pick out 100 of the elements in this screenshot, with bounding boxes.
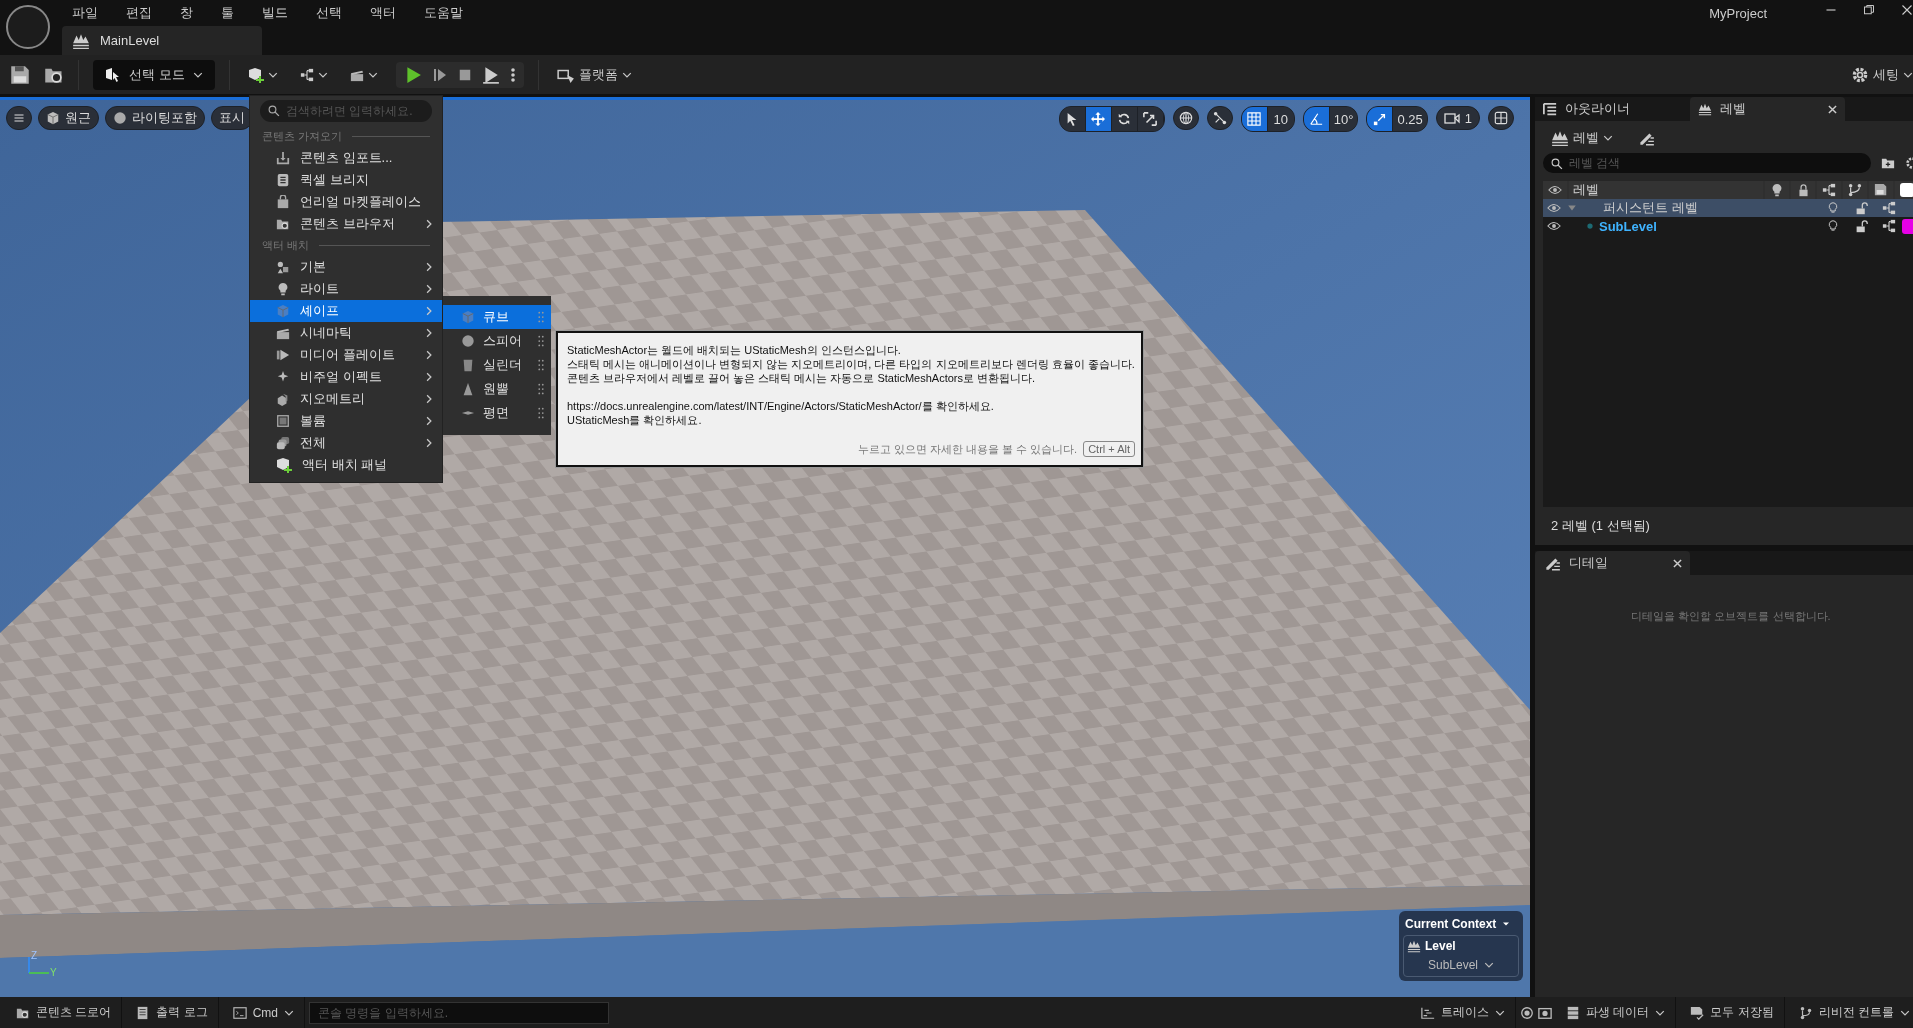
axis-gizmo: Z Y: [24, 951, 58, 977]
menu-item[interactable]: 도움말: [412, 4, 479, 22]
menu-icon: [13, 112, 25, 124]
menu-item[interactable]: 콘텐츠 브라우저: [250, 213, 442, 235]
scale-icon: [1143, 112, 1158, 126]
menu-item[interactable]: 액터: [358, 4, 412, 22]
tab-label: MainLevel: [100, 33, 160, 48]
menu-item[interactable]: 편집: [114, 4, 168, 22]
menu-item[interactable]: 큐브: [443, 305, 551, 329]
view-option-button[interactable]: 라이팅포함: [105, 106, 205, 130]
snap-icon: [1212, 111, 1227, 125]
import-icon: [276, 151, 290, 165]
close-icon: [1901, 4, 1913, 16]
menu-item[interactable]: 평면: [443, 401, 551, 425]
panel-tab[interactable]: 아웃라이너: [1535, 97, 1690, 121]
blocks-icon: [276, 392, 290, 406]
database-icon: [1565, 1005, 1580, 1020]
level-icon: [1407, 939, 1421, 953]
panel-tab[interactable]: 레벨: [1690, 97, 1845, 121]
menu-item[interactable]: 시네마틱: [250, 322, 442, 344]
transform-tool-button[interactable]: [1085, 107, 1112, 131]
bulb-icon: [276, 282, 290, 296]
record-icon: [1519, 1005, 1534, 1020]
light-bulb-icon: [1827, 220, 1839, 232]
terminal-icon: [232, 1005, 247, 1020]
status-button[interactable]: 파생 데이터: [1555, 997, 1677, 1028]
menu-item[interactable]: 셰이프: [250, 300, 442, 322]
settings-button[interactable]: 세팅: [1847, 61, 1913, 88]
logo-icon[interactable]: [6, 5, 50, 49]
tooltip-text: StaticMeshActor는 월드에 배치되는 UStaticMesh의 인스턴스입니다. 스태틱 메시는 애니메이션이나 변형되지 않는 지오메트리이며, 다른 타입의 지오메트리보다 렌더링 효율이 좋습니다. 콘텐츠 브라우저에서 레벨로 끌어 놓은 스태틱 메시는 자동으로 StaticMeshActors로 변환됩니다.: [567, 343, 1135, 385]
branch-icon: [1848, 183, 1862, 197]
shapes-icon: [276, 260, 290, 274]
eye-icon: [1547, 201, 1561, 215]
padlock-icon: [1796, 183, 1810, 197]
cylinder-icon: [461, 358, 475, 372]
status-button[interactable]: 콘텐츠 드로어: [6, 997, 123, 1028]
menu-item[interactable]: 파일: [60, 4, 114, 22]
menu-item[interactable]: 빌드: [250, 4, 304, 22]
menu-item[interactable]: 볼륨: [250, 410, 442, 432]
save-all-icon: [1874, 183, 1888, 197]
status-button[interactable]: 리비전 컨트롤: [1788, 997, 1913, 1028]
shortcut-key: Ctrl + Alt: [1083, 441, 1135, 457]
menu-item[interactable]: 원뿔: [443, 377, 551, 401]
menu-item[interactable]: 퀵셀 브리지: [250, 169, 442, 191]
new-folder-icon: [1881, 156, 1895, 170]
level-row[interactable]: SubLevel: [1543, 217, 1913, 235]
level-dropdown[interactable]: SubLevel: [1421, 957, 1500, 973]
status-button[interactable]: 출력 로그: [126, 997, 219, 1028]
cone-icon: [461, 382, 475, 396]
level-name: SubLevel: [1599, 218, 1657, 234]
trace-icon: [1420, 1005, 1435, 1020]
column-header[interactable]: 레벨: [1573, 181, 1599, 199]
level-row[interactable]: 퍼시스턴트 레벨: [1543, 199, 1913, 217]
menu-item[interactable]: 툴: [209, 4, 250, 22]
cube-icon: [461, 310, 475, 324]
box-icon: [276, 414, 290, 428]
console-field[interactable]: 콘솔 명령을 입력하세요.: [309, 1001, 610, 1024]
menu-item[interactable]: 선택: [304, 4, 358, 22]
folder-search-icon: [276, 217, 290, 231]
menu-item[interactable]: 비주얼 이펙트: [250, 366, 442, 388]
menu-item[interactable]: 스피어: [443, 329, 551, 353]
snap-toggle[interactable]: [1303, 107, 1330, 131]
transform-tool-button[interactable]: [1059, 107, 1086, 131]
menu-item[interactable]: 창: [168, 4, 209, 22]
bridge-icon: [276, 173, 290, 187]
menu-item[interactable]: 지오메트리: [250, 388, 442, 410]
eye-icon: [1547, 219, 1561, 233]
view-option-button[interactable]: 원근: [38, 106, 99, 130]
platform-dropdown[interactable]: 플랫폼: [552, 61, 636, 88]
search-field[interactable]: 검색하려면 입력하세요.: [260, 100, 432, 122]
status-button[interactable]: 모두 저장됨: [1680, 997, 1785, 1028]
menu-item[interactable]: 기본: [250, 256, 442, 278]
sphere-icon: [113, 111, 127, 125]
cube-icon: [276, 304, 290, 318]
menu-item[interactable]: 콘텐츠 임포트...: [250, 147, 442, 169]
drag-handle-icon: [537, 406, 545, 420]
status-button[interactable]: 트레이스: [1410, 997, 1516, 1028]
close-icon[interactable]: [1673, 558, 1682, 568]
snap-toggle[interactable]: [1367, 107, 1394, 131]
play-options-icon: [481, 65, 500, 84]
status-button[interactable]: Cmd: [222, 997, 306, 1028]
menu-item[interactable]: 액터 배치 패널: [250, 454, 442, 476]
outliner-icon: [1543, 102, 1557, 116]
search-field[interactable]: 레벨 검색: [1543, 153, 1871, 173]
camera-icon: [1443, 110, 1460, 126]
menu-item[interactable]: 실린더: [443, 353, 551, 377]
menu-item[interactable]: 언리얼 마켓플레이스: [250, 191, 442, 213]
light-bulb-icon: [1827, 202, 1839, 214]
layout-icon: [1494, 111, 1508, 125]
drag-handle-icon: [537, 334, 545, 348]
levels-dropdown[interactable]: 레벨: [1547, 125, 1617, 151]
panel-tab[interactable]: 디테일: [1535, 551, 1690, 575]
document-tab[interactable]: MainLevel: [62, 26, 262, 55]
mode-dropdown[interactable]: 선택 모드: [93, 59, 215, 90]
tooltip-text: https://docs.unrealengine.com/latest/INT/Engine/Actors/StaticMeshActor/를 확인하세요. UStaticMesh를 확인하세요.: [567, 399, 995, 427]
menu-item[interactable]: 전체: [250, 432, 442, 454]
close-icon[interactable]: [1828, 104, 1837, 114]
menu-item[interactable]: 미디어 플레이트: [250, 344, 442, 366]
snap-toggle[interactable]: [1241, 107, 1268, 131]
menu-item[interactable]: 라이트: [250, 278, 442, 300]
